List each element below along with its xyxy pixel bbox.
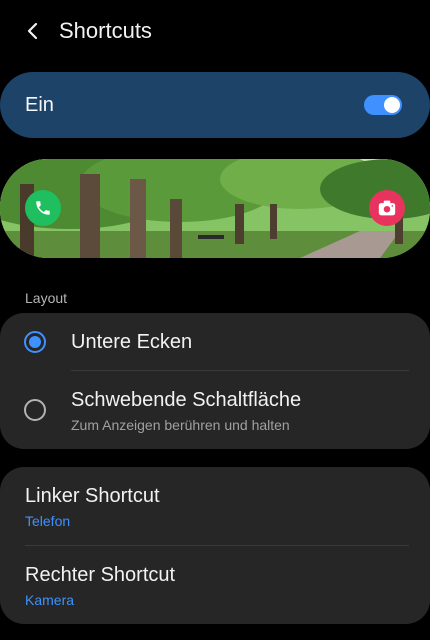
left-shortcut-item[interactable]: Linker Shortcut Telefon bbox=[25, 485, 160, 529]
left-shortcut-title: Linker Shortcut bbox=[25, 485, 160, 507]
right-shortcut-preview-button bbox=[369, 190, 405, 226]
phone-icon bbox=[36, 201, 50, 215]
layout-option-bottom-corners[interactable]: Untere Ecken bbox=[0, 313, 430, 371]
option-sublabel: Zum Anzeigen berühren und halten bbox=[71, 417, 290, 433]
right-shortcut-value: Kamera bbox=[25, 592, 75, 608]
divider bbox=[25, 545, 409, 546]
toggle-knob bbox=[384, 97, 400, 113]
radio-floating-button[interactable] bbox=[24, 399, 46, 421]
chevron-left-icon bbox=[27, 22, 38, 40]
layout-option-floating-button[interactable]: Schwebende Schaltfläche Zum Anzeigen ber… bbox=[0, 371, 430, 449]
master-toggle[interactable] bbox=[364, 95, 402, 115]
preview-background-image bbox=[0, 159, 430, 258]
right-shortcut-item[interactable]: Rechter Shortcut Kamera bbox=[25, 564, 175, 608]
master-switch-row[interactable]: Ein bbox=[0, 72, 430, 138]
master-switch-label: Ein bbox=[25, 93, 54, 116]
header-bar: Shortcuts bbox=[0, 0, 430, 62]
left-shortcut-preview-button bbox=[25, 190, 61, 226]
radio-bottom-corners[interactable] bbox=[24, 331, 46, 353]
layout-card: Untere Ecken Schwebende Schaltfläche Zum… bbox=[0, 313, 430, 449]
shortcuts-card: Linker Shortcut Telefon Rechter Shortcut… bbox=[0, 467, 430, 624]
back-button[interactable] bbox=[19, 17, 47, 45]
left-shortcut-value: Telefon bbox=[25, 513, 71, 529]
shortcut-preview bbox=[0, 159, 430, 258]
option-label: Schwebende Schaltfläche bbox=[71, 389, 302, 411]
camera-icon bbox=[378, 200, 396, 216]
section-label-layout: Layout bbox=[25, 290, 68, 306]
option-label: Untere Ecken bbox=[71, 331, 193, 353]
page-title: Shortcuts bbox=[59, 18, 152, 43]
right-shortcut-title: Rechter Shortcut bbox=[25, 564, 176, 586]
